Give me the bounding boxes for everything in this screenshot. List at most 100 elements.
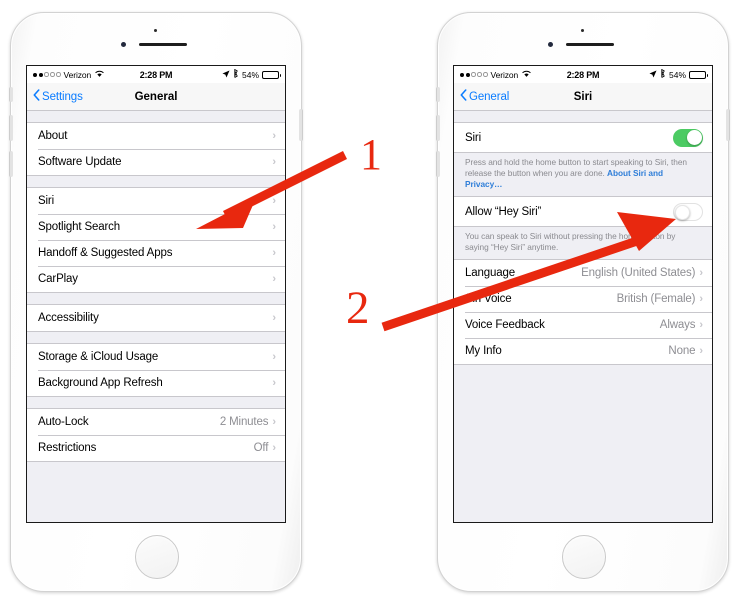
chevron-right-icon: ›	[272, 415, 276, 428]
back-button-label: General	[469, 90, 510, 103]
carrier-name: Verizon	[63, 69, 92, 80]
list-item[interactable]: Spotlight Search ›	[27, 214, 285, 240]
list-item[interactable]: Software Update ›	[27, 149, 285, 175]
back-button-general[interactable]: General	[460, 89, 509, 104]
volume-down-button[interactable]	[9, 151, 13, 177]
list-item[interactable]: My Info None ›	[454, 338, 712, 364]
screenshot-canvas: Verizon 2:28 PM 54% Settings General Abo…	[0, 0, 738, 600]
chevron-right-icon: ›	[699, 344, 703, 357]
location-arrow-icon	[649, 69, 657, 80]
status-bar-left-group: Verizon	[33, 70, 104, 80]
navigation-bar-right: General Siri	[454, 83, 712, 111]
hey-siri-description-note: You can speak to Siri without pressing t…	[454, 227, 712, 259]
list-item-label: Language	[465, 267, 515, 279]
chevron-right-icon: ›	[272, 272, 276, 285]
chevron-right-icon: ›	[272, 376, 276, 389]
volume-down-button-right[interactable]	[436, 151, 440, 177]
proximity-sensor-icon	[121, 42, 126, 47]
back-button-settings[interactable]: Settings	[33, 89, 83, 104]
home-button[interactable]	[562, 535, 606, 579]
home-button[interactable]	[135, 535, 179, 579]
proximity-sensor-icon	[548, 42, 553, 47]
list-gap	[27, 332, 285, 343]
list-item[interactable]: Storage & iCloud Usage ›	[27, 344, 285, 370]
siri-row-label: Siri	[465, 131, 482, 144]
list-item[interactable]: Auto-Lock 2 Minutes ›	[27, 409, 285, 435]
hey-siri-row-label: Allow “Hey Siri”	[465, 205, 542, 218]
settings-group: Storage & iCloud Usage › Background App Re…	[27, 343, 285, 397]
list-item-label: Background App Refresh	[38, 377, 163, 389]
navigation-bar-left: Settings General	[27, 83, 285, 111]
list-item-label: About	[38, 130, 68, 142]
earpiece-speaker	[139, 43, 187, 46]
list-item-label: Auto-Lock	[38, 416, 89, 428]
iphone-device-right: Verizon 2:28 PM 54% General Siri Siri Pr…	[436, 12, 730, 592]
front-camera-icon	[154, 29, 157, 32]
signal-strength-icon	[460, 72, 488, 77]
power-button[interactable]	[299, 109, 303, 141]
battery-icon	[262, 70, 281, 79]
toggle-knob	[686, 130, 702, 145]
list-item-label: Voice Feedback	[465, 319, 545, 331]
chevron-right-icon: ›	[272, 155, 276, 168]
chevron-right-icon: ›	[699, 318, 703, 331]
list-item[interactable]: Language English (United States) ›	[454, 260, 712, 286]
list-item[interactable]: Handoff & Suggested Apps ›	[27, 240, 285, 266]
volume-up-button[interactable]	[9, 115, 13, 141]
settings-list-siri[interactable]: Siri Press and hold the home button to st…	[454, 111, 712, 522]
battery-percent-label: 54%	[241, 69, 259, 80]
battery-icon	[689, 70, 708, 79]
chevron-left-icon	[460, 89, 467, 104]
bluetooth-icon	[233, 68, 239, 80]
settings-group: Auto-Lock 2 Minutes › Restrictions Off ›	[27, 408, 285, 462]
list-item[interactable]: Restrictions Off ›	[27, 435, 285, 461]
siri-settings-group: Language English (United States) › Siri Voi…	[454, 259, 712, 365]
list-item[interactable]: CarPlay ›	[27, 266, 285, 292]
battery-percent-label: 54%	[668, 69, 686, 80]
list-item-label: Accessibility	[38, 312, 99, 324]
list-gap	[27, 397, 285, 408]
chevron-right-icon: ›	[272, 246, 276, 259]
chevron-right-icon: ›	[699, 292, 703, 305]
list-item[interactable]: About ›	[27, 123, 285, 149]
chevron-right-icon: ›	[272, 194, 276, 207]
chevron-right-icon: ›	[272, 441, 276, 454]
list-item-value: 2 Minutes	[219, 416, 269, 428]
settings-list-general[interactable]: About › Software Update › Siri › Spotlight Sea…	[27, 111, 285, 522]
list-item-label: Software Update	[38, 156, 122, 168]
list-item[interactable]: Siri ›	[27, 188, 285, 214]
power-button-right[interactable]	[726, 109, 730, 141]
status-bar-right-group: 54%	[222, 68, 281, 80]
siri-row[interactable]: Siri	[454, 123, 712, 152]
hey-siri-row[interactable]: Allow “Hey Siri”	[454, 197, 712, 226]
chevron-right-icon: ›	[272, 220, 276, 233]
list-item[interactable]: Accessibility ›	[27, 305, 285, 331]
back-button-label: Settings	[42, 90, 83, 103]
chevron-left-icon	[33, 89, 40, 104]
list-item[interactable]: Background App Refresh ›	[27, 370, 285, 396]
list-item-label: Spotlight Search	[38, 221, 120, 233]
silent-switch-right[interactable]	[436, 87, 440, 102]
volume-up-button-right[interactable]	[436, 115, 440, 141]
signal-strength-icon	[33, 72, 61, 77]
list-item-label: Siri	[38, 195, 55, 207]
siri-toggle[interactable]	[673, 128, 703, 147]
hey-siri-toggle[interactable]	[673, 202, 703, 221]
list-item[interactable]: Voice Feedback Always ›	[454, 312, 712, 338]
step-number-2: 2	[346, 282, 370, 334]
iphone-device-left: Verizon 2:28 PM 54% Settings General Abo…	[9, 12, 303, 592]
list-item-label: Storage & iCloud Usage	[38, 351, 159, 363]
settings-group: Accessibility ›	[27, 304, 285, 332]
chevron-right-icon: ›	[272, 350, 276, 363]
silent-switch[interactable]	[9, 87, 13, 102]
status-bar-left-group: Verizon	[460, 70, 531, 80]
hey-siri-toggle-group: Allow “Hey Siri”	[454, 196, 712, 227]
status-bar-left: Verizon 2:28 PM 54%	[27, 66, 285, 83]
list-item-value: Off	[253, 442, 269, 454]
list-item[interactable]: Siri Voice British (Female) ›	[454, 286, 712, 312]
chevron-right-icon: ›	[699, 266, 703, 279]
phone-screen-right: Verizon 2:28 PM 54% General Siri Siri Pr…	[453, 65, 713, 523]
list-item-label: CarPlay	[38, 273, 78, 285]
list-item-label: My Info	[465, 345, 502, 357]
list-item-label: Siri Voice	[465, 293, 512, 305]
